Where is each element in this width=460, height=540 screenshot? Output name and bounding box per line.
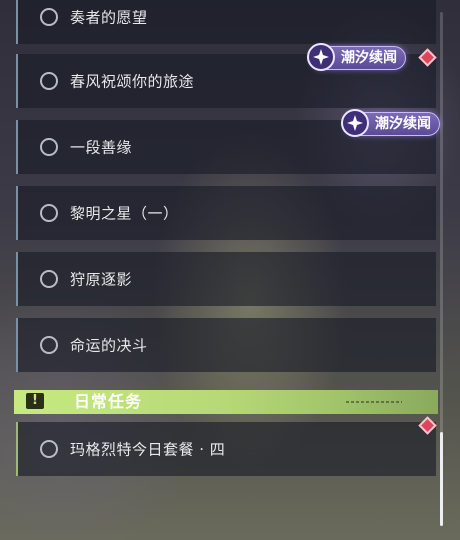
quest-row[interactable]: 黎明之星（一） xyxy=(16,186,436,240)
radio-circle-icon xyxy=(40,204,58,222)
tidal-sequel-tag: 潮汐续闻 xyxy=(307,43,406,71)
radio-circle-icon xyxy=(40,270,58,288)
scrollbar-thumb[interactable] xyxy=(440,432,443,526)
quest-title: 狩原逐影 xyxy=(70,270,133,289)
tidal-star-icon xyxy=(341,109,369,137)
daily-quest-row[interactable]: 玛格烈特今日套餐 · 四 xyxy=(16,422,436,476)
quest-title: 玛格烈特今日套餐 · 四 xyxy=(70,440,226,459)
quest-row[interactable]: 命运的决斗 xyxy=(16,318,436,372)
quest-title: 命运的决斗 xyxy=(70,336,148,355)
daily-quests-header: ! 日常任务 xyxy=(14,390,438,414)
radio-circle-icon xyxy=(40,440,58,458)
tag-label: 潮汐续闻 xyxy=(341,50,397,66)
radio-circle-icon xyxy=(40,336,58,354)
quest-title: 一段善缘 xyxy=(70,138,133,157)
radio-circle-icon xyxy=(40,72,58,90)
radio-circle-icon xyxy=(40,138,58,156)
quest-title: 奏者的愿望 xyxy=(70,8,148,27)
tag-label: 潮汐续闻 xyxy=(375,116,431,132)
header-decoration xyxy=(346,401,402,403)
section-title: 日常任务 xyxy=(74,392,143,411)
tidal-star-icon xyxy=(307,43,335,71)
radio-circle-icon xyxy=(40,8,58,26)
quest-title: 春风祝颂你的旅途 xyxy=(70,72,195,91)
quest-row[interactable]: 狩原逐影 xyxy=(16,252,436,306)
tidal-sequel-tag: 潮汐续闻 xyxy=(341,109,440,137)
quest-title: 黎明之星（一） xyxy=(70,204,179,223)
exclamation-box-icon: ! xyxy=(26,393,44,409)
quest-row[interactable]: 奏者的愿望 xyxy=(16,0,436,44)
